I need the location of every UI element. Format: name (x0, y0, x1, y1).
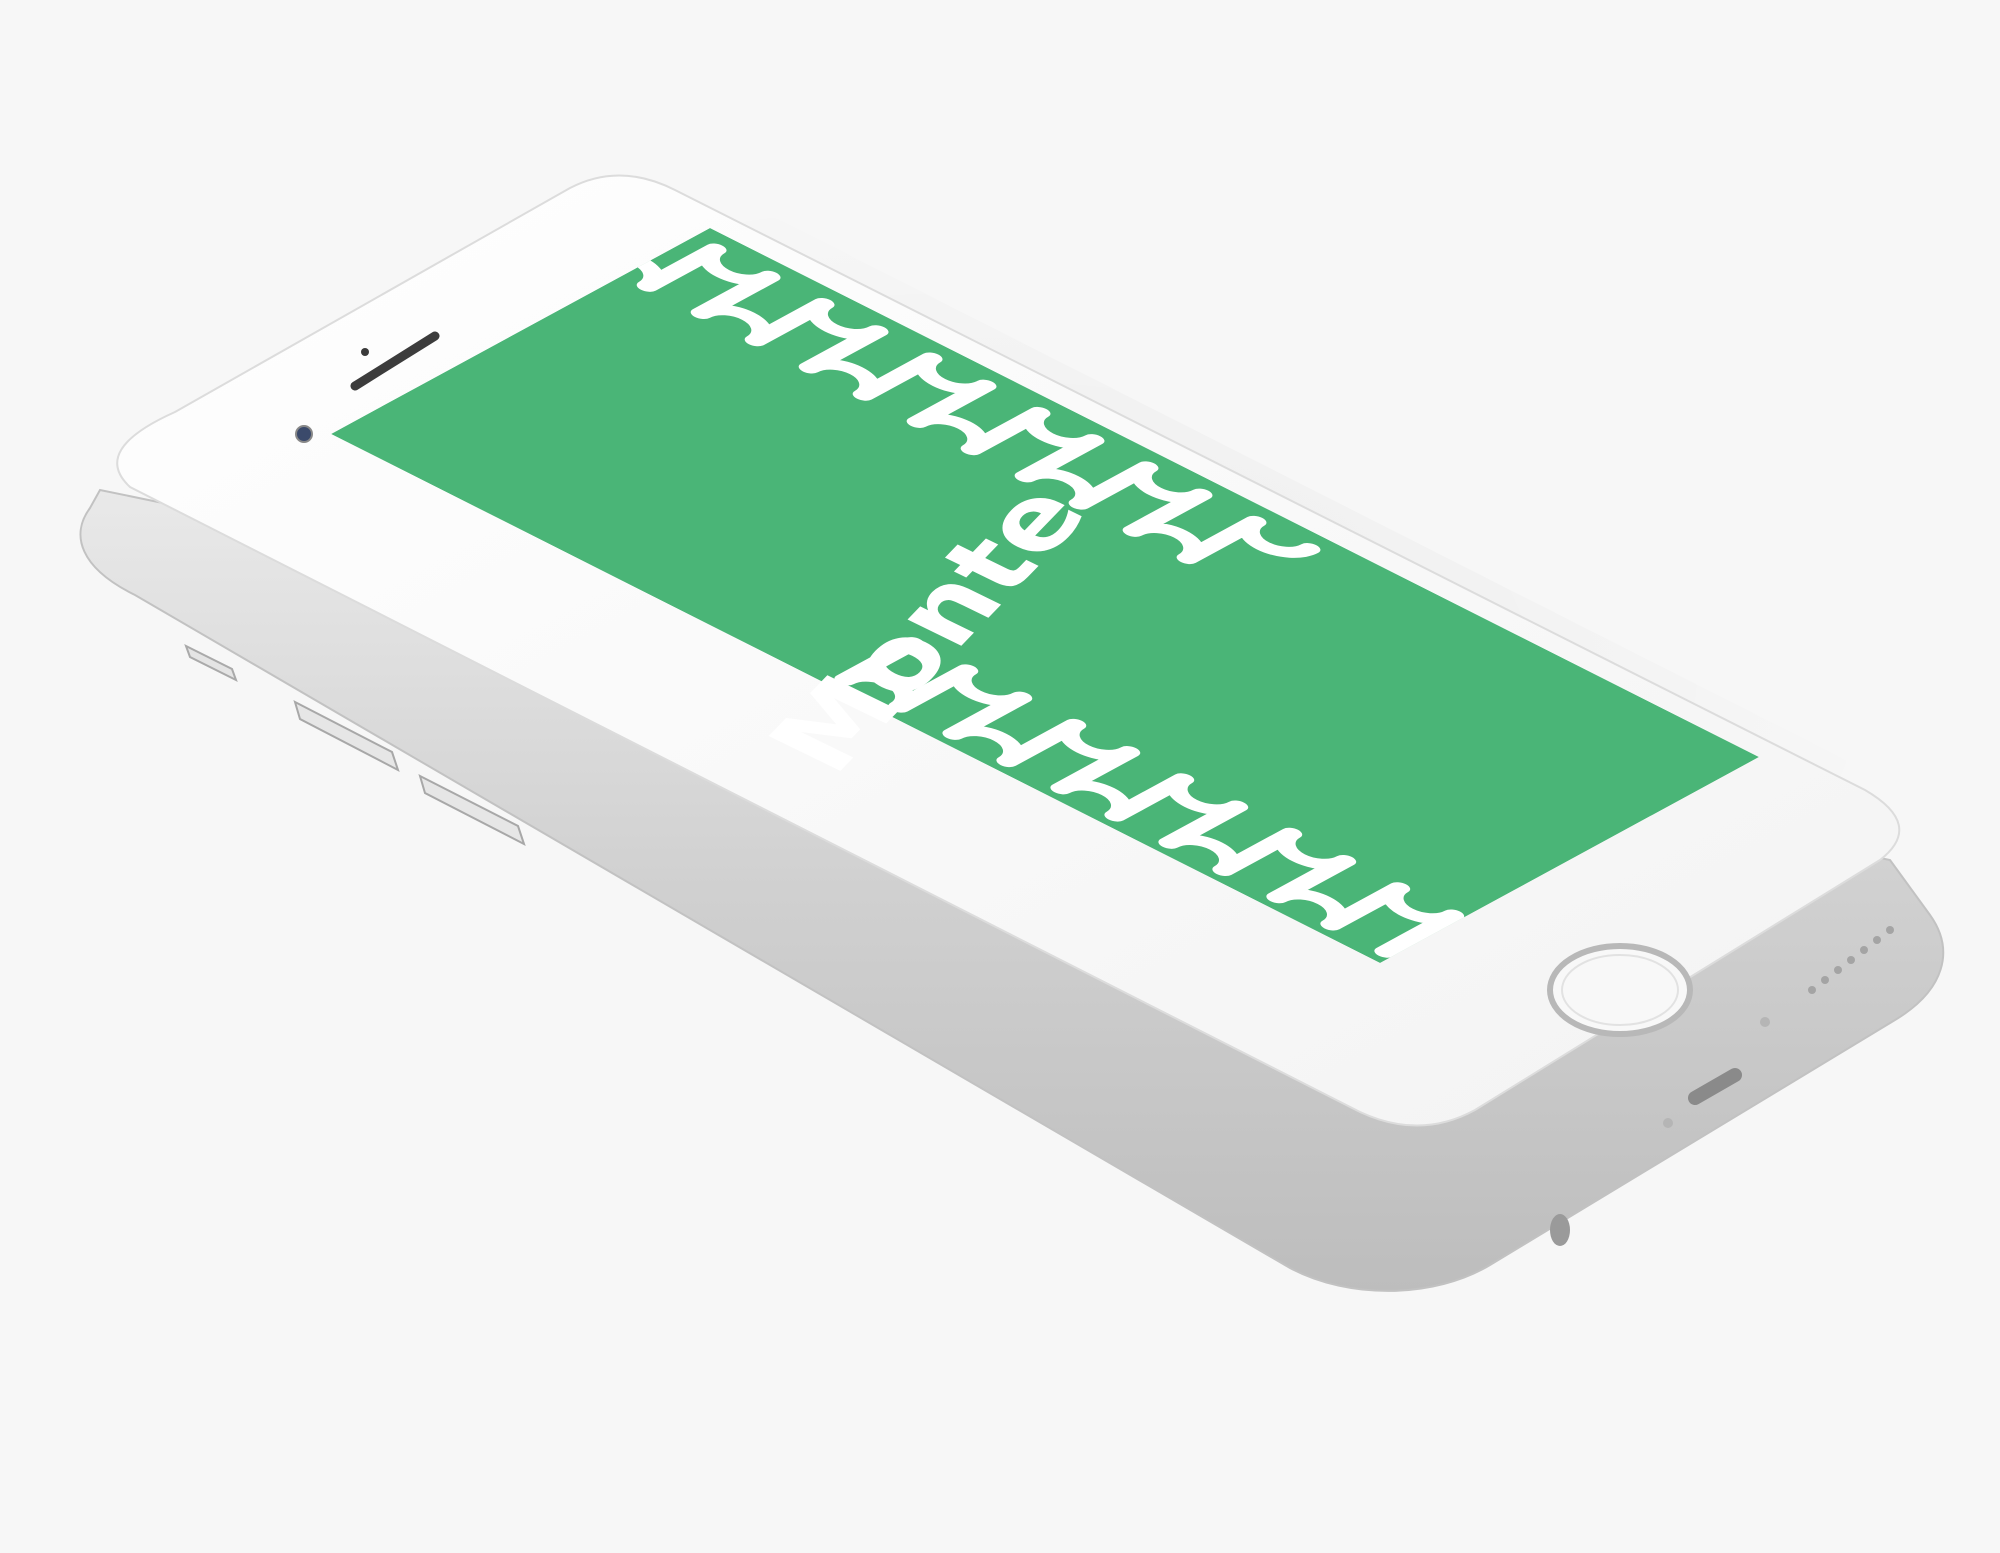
headphone-jack (1550, 1214, 1570, 1246)
mute-switch[interactable] (184, 643, 238, 683)
proximity-sensor-dot (361, 348, 369, 356)
home-button-ring-icon[interactable] (1547, 943, 1693, 1037)
screw-right (1760, 1017, 1770, 1027)
phone-mockup-scene: Monte (60, 174, 1945, 1292)
camera-dot-icon (295, 425, 313, 443)
screw-left (1663, 1118, 1673, 1128)
